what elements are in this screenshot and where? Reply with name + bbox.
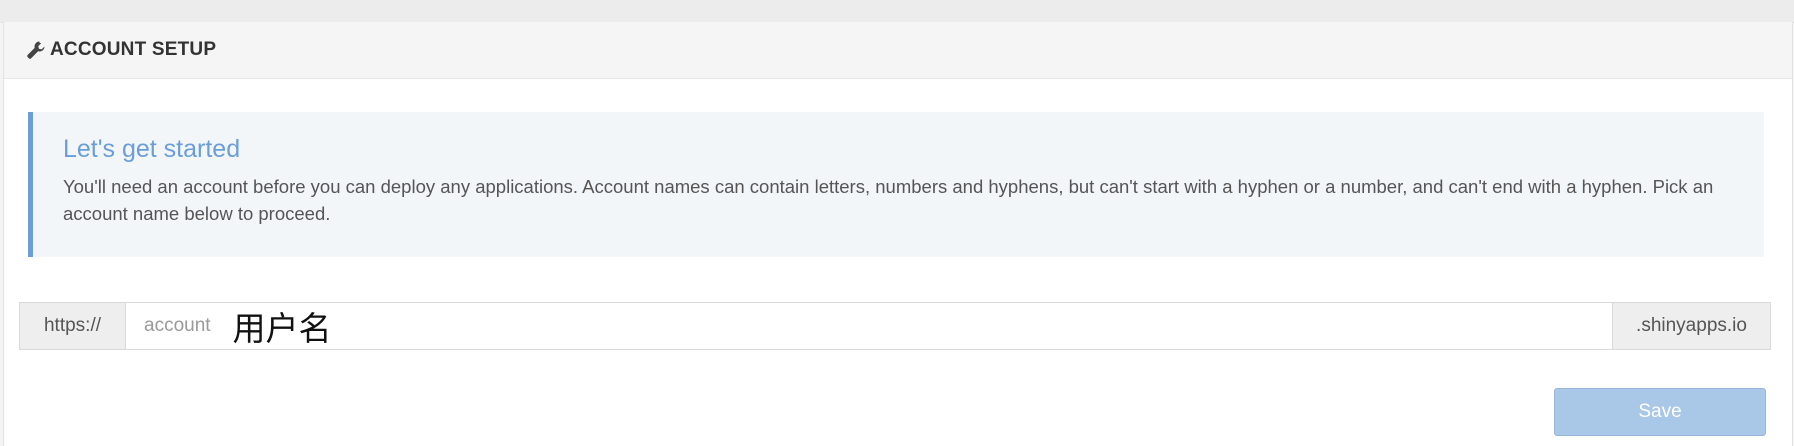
top-bar xyxy=(0,0,1794,23)
info-callout: Let's get started You'll need an account… xyxy=(28,112,1764,257)
account-input-group: https:// account 用户名 .shinyapps.io xyxy=(19,302,1771,350)
account-input-value: 用户名 xyxy=(232,309,332,348)
panel-header: ACCOUNT SETUP xyxy=(4,22,1792,79)
wrench-icon xyxy=(26,40,46,60)
account-setup-panel: ACCOUNT SETUP Let's get started You'll n… xyxy=(3,22,1793,446)
callout-title: Let's get started xyxy=(63,135,241,163)
account-name-input[interactable]: account 用户名 xyxy=(126,303,1612,349)
save-button[interactable]: Save xyxy=(1554,388,1766,436)
panel-title: ACCOUNT SETUP xyxy=(50,39,217,60)
account-input-placeholder: account xyxy=(144,315,211,336)
url-suffix-addon: .shinyapps.io xyxy=(1612,303,1770,349)
callout-body: You'll need an account before you can de… xyxy=(63,176,1714,224)
url-prefix-addon: https:// xyxy=(20,303,126,349)
